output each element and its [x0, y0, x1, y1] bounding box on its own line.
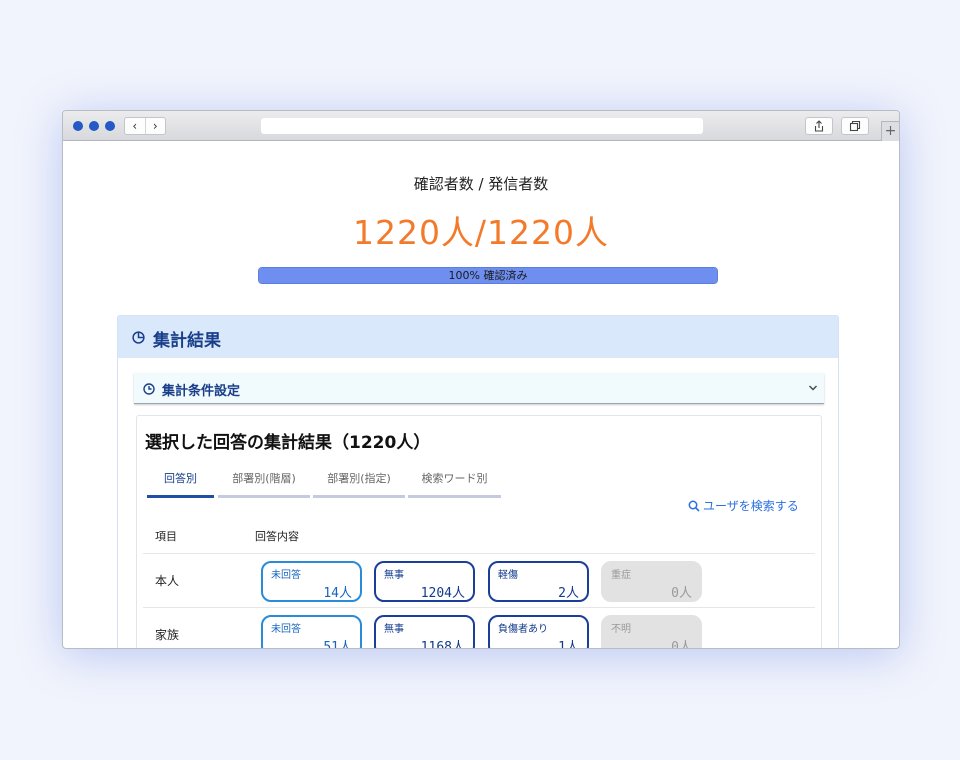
progress-text: 100% 確認済み: [448, 269, 528, 282]
chip-count: 14人: [323, 586, 352, 601]
address-bar[interactable]: [261, 118, 703, 134]
clock-icon: [143, 383, 155, 395]
share-icon: [814, 120, 824, 132]
answer-chip-unanswered[interactable]: 未回答 14人: [261, 561, 362, 602]
nav-buttons: ‹ ›: [124, 117, 166, 135]
chip-count: 1168人: [420, 640, 465, 649]
tab-underline: [313, 495, 405, 498]
chip-name: 負傷者あり: [498, 624, 548, 635]
results-panel-title: 集計結果: [153, 331, 221, 351]
confirm-progress-bar: 100% 確認済み: [258, 267, 718, 284]
tabs-overview-button[interactable]: [841, 117, 869, 135]
row-label: 家族: [155, 628, 180, 642]
search-icon: [688, 500, 700, 512]
chip-name: 無事: [384, 570, 404, 581]
pie-chart-icon: [132, 331, 145, 344]
chip-count: 51人: [323, 640, 352, 649]
share-button[interactable]: [805, 117, 833, 135]
chip-name: 軽傷: [498, 570, 518, 581]
window-minimize-dot[interactable]: [89, 121, 99, 131]
browser-window: ‹ › + 確認者数 / 発信者数 1220人/1220人 100% 確認済み …: [62, 110, 900, 649]
tab-by-search-word[interactable]: 検索ワード別: [408, 470, 501, 498]
chip-name: 未回答: [271, 570, 301, 581]
tab-label: 部署別(指定): [327, 472, 391, 485]
results-panel: 集計結果 集計条件設定 選択した回答の集計結果（1220人） 回答別 部署別(階…: [117, 315, 839, 649]
chip-name: 重症: [611, 570, 631, 581]
answer-chip-injured[interactable]: 負傷者あり 1人: [488, 615, 589, 649]
search-users-link[interactable]: ユーザを検索する: [688, 497, 799, 514]
confirm-ratio-label: 確認者数 / 発信者数: [413, 175, 549, 193]
answer-chip-minor-injury[interactable]: 軽傷 2人: [488, 561, 589, 602]
tab-by-answer[interactable]: 回答別: [147, 470, 214, 498]
new-tab-plus-icon[interactable]: +: [881, 121, 899, 141]
chip-count: 0人: [671, 640, 692, 649]
tabs-icon: [849, 120, 861, 132]
column-header-answer: 回答内容: [255, 530, 299, 543]
tab-label: 検索ワード別: [421, 472, 488, 485]
window-close-dot[interactable]: [73, 121, 83, 131]
chip-count: 0人: [671, 586, 692, 601]
chip-count: 1204人: [420, 586, 465, 601]
condition-settings-accordion[interactable]: 集計条件設定: [134, 373, 824, 404]
chip-name: 不明: [611, 624, 631, 635]
confirm-ratio-value: 1220人/1220人: [352, 213, 610, 252]
answer-chip-unknown: 不明 0人: [601, 615, 702, 649]
table-row: 家族 未回答 51人 無事 1168人 負傷者あり 1人 不明 0人: [143, 607, 815, 649]
results-card: 選択した回答の集計結果（1220人） 回答別 部署別(階層) 部署別(指定) 検…: [136, 415, 822, 649]
browser-toolbar: ‹ › +: [63, 111, 899, 141]
answer-chip-safe[interactable]: 無事 1204人: [374, 561, 475, 602]
tab-by-department-specified[interactable]: 部署別(指定): [313, 470, 405, 498]
answer-chip-safe[interactable]: 無事 1168人: [374, 615, 475, 649]
chip-count: 2人: [558, 586, 579, 601]
back-arrow-icon[interactable]: ‹: [125, 118, 145, 134]
answer-chip-severe: 重症 0人: [601, 561, 702, 602]
column-header-item: 項目: [155, 530, 177, 543]
tab-underline: [147, 495, 214, 498]
tab-underline: [218, 495, 310, 498]
chevron-down-icon[interactable]: [808, 383, 818, 393]
chip-name: 未回答: [271, 624, 301, 635]
results-panel-header: 集計結果: [118, 316, 838, 358]
tab-underline: [408, 495, 501, 498]
forward-arrow-icon[interactable]: ›: [144, 118, 166, 134]
tab-label: 回答別: [164, 472, 197, 485]
row-label: 本人: [155, 574, 180, 588]
answer-chip-unanswered[interactable]: 未回答 51人: [261, 615, 362, 649]
chip-count: 1人: [558, 640, 579, 649]
table-row: 本人 未回答 14人 無事 1204人 軽傷 2人 重症 0人: [143, 553, 815, 607]
condition-settings-title: 集計条件設定: [162, 384, 241, 399]
results-title: 選択した回答の集計結果（1220人）: [145, 433, 431, 453]
page-content: 確認者数 / 発信者数 1220人/1220人 100% 確認済み 集計結果 集…: [63, 142, 899, 649]
tab-label: 部署別(階層): [232, 472, 296, 485]
search-users-label: ユーザを検索する: [703, 499, 799, 513]
chip-name: 無事: [384, 624, 404, 635]
window-maximize-dot[interactable]: [105, 121, 115, 131]
tab-by-department-hierarchy[interactable]: 部署別(階層): [218, 470, 310, 498]
